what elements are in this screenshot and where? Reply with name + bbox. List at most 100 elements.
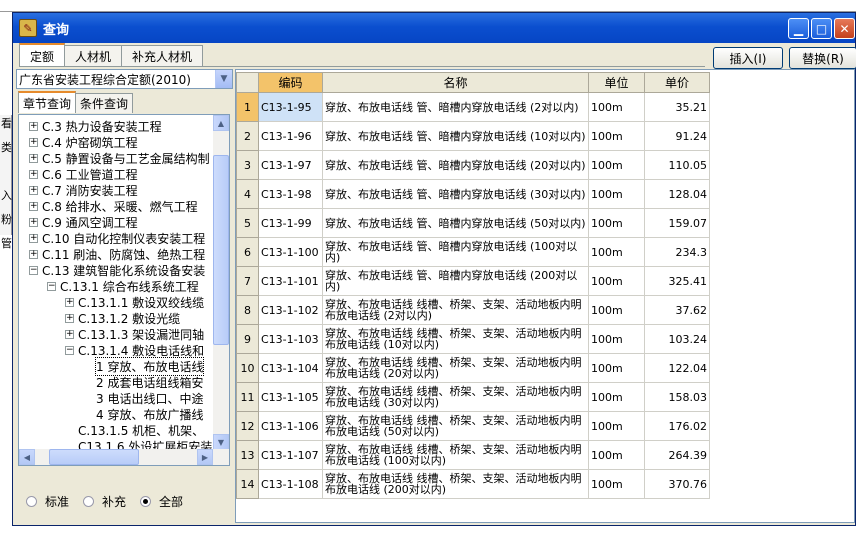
filter-radio[interactable]: 全部 xyxy=(140,493,183,510)
collapse-icon[interactable]: − xyxy=(29,265,38,275)
table-row[interactable]: 2 C13-1-96 穿放、布放电话线 管、暗槽内穿放电话线 (10对以内) 100m… xyxy=(236,121,710,151)
scroll-up-icon[interactable]: ▲ xyxy=(213,115,229,131)
tree-item-label: C.13 建筑智能化系统设备安装 xyxy=(42,263,206,278)
tree-item[interactable]: 3 电话出线口、中途 xyxy=(96,390,203,406)
cell-code: C13-1-97 xyxy=(258,150,323,180)
tree-item[interactable]: C.13.1.5 机柜、机架、 xyxy=(78,422,204,438)
quota-library-select[interactable]: 广东省安装工程综合定额(2010) ▼ xyxy=(16,69,233,89)
scroll-thumb[interactable] xyxy=(49,449,139,465)
tree-item[interactable]: + C.13.1.1 敷设双绞线缆 xyxy=(65,294,204,310)
expand-icon[interactable]: + xyxy=(65,313,74,323)
chevron-down-icon[interactable]: ▼ xyxy=(215,70,232,88)
filter-radio[interactable]: 补充 xyxy=(83,493,126,510)
tree-item[interactable]: − C.13 建筑智能化系统设备安装 xyxy=(29,262,205,278)
expand-icon[interactable]: + xyxy=(29,185,38,195)
row-number[interactable]: 12 xyxy=(236,411,259,441)
tree-item[interactable]: + C.8 给排水、采暖、燃气工程 xyxy=(29,198,198,214)
collapse-icon[interactable]: − xyxy=(47,281,56,291)
table-row[interactable]: 5 C13-1-99 穿放、布放电话线 管、暗槽内穿放电话线 (50对以内) 100m… xyxy=(236,208,710,238)
tree-vertical-scrollbar[interactable]: ▲ ▼ xyxy=(213,115,229,450)
row-number[interactable]: 9 xyxy=(236,324,259,354)
table-row[interactable]: 14 C13-1-108 穿放、布放电话线 线槽、桥架、支架、活动地板内明布放电话线… xyxy=(236,469,710,499)
replace-button[interactable]: 替换(R) xyxy=(789,47,856,69)
table-row[interactable]: 4 C13-1-98 穿放、布放电话线 管、暗槽内穿放电话线 (30对以内) 100m… xyxy=(236,179,710,209)
tree-item[interactable]: 4 穿放、布放广播线 xyxy=(96,406,203,422)
cell-price: 158.03 xyxy=(644,382,710,412)
expand-icon[interactable]: + xyxy=(65,329,74,339)
row-number[interactable]: 3 xyxy=(236,150,259,180)
expand-icon[interactable]: + xyxy=(29,233,38,243)
tab-condition-query[interactable]: 条件查询 xyxy=(75,93,134,113)
row-number[interactable]: 13 xyxy=(236,440,259,470)
filter-radio[interactable]: 标准 xyxy=(26,493,69,510)
minimize-button[interactable]: ▁ xyxy=(788,18,809,39)
tree-item[interactable]: + C.11 刷油、防腐蚀、绝热工程 xyxy=(29,246,205,262)
tree-item[interactable]: + C.9 通风空调工程 xyxy=(29,214,138,230)
table-row[interactable]: 11 C13-1-105 穿放、布放电话线 线槽、桥架、支架、活动地板内明布放电话线… xyxy=(236,382,710,412)
expand-icon[interactable]: + xyxy=(29,137,38,147)
tree-item[interactable]: + C.7 消防安装工程 xyxy=(29,182,138,198)
table-row[interactable]: 1 C13-1-95 穿放、布放电话线 管、暗槽内穿放电话线 (2对以内) 100m 3… xyxy=(236,92,710,122)
tab-chapter-query[interactable]: 章节查询 xyxy=(18,91,77,113)
row-number[interactable]: 2 xyxy=(236,121,259,151)
tree-item[interactable]: 2 成套电话组线箱安 xyxy=(96,374,203,390)
row-number[interactable]: 7 xyxy=(236,266,259,296)
scroll-thumb[interactable] xyxy=(213,155,229,345)
tree-item[interactable]: 1 穿放、布放电话线 xyxy=(94,356,205,376)
tree-item[interactable]: + C.13.1.2 敷设光缆 xyxy=(65,310,180,326)
row-number[interactable]: 14 xyxy=(236,469,259,499)
radio-circle-icon[interactable] xyxy=(140,496,152,507)
tree-item[interactable]: + C.5 静置设备与工艺金属结构制 xyxy=(29,150,210,166)
column-header-unit[interactable]: 单位 xyxy=(588,72,645,93)
table-row[interactable]: 12 C13-1-106 穿放、布放电话线 线槽、桥架、支架、活动地板内明布放电话线… xyxy=(236,411,710,441)
tree-horizontal-scrollbar[interactable]: ◀ ▶ xyxy=(19,449,229,465)
tree-item[interactable]: + C.10 自动化控制仪表安装工程 xyxy=(29,230,205,246)
column-header-name[interactable]: 名称 xyxy=(322,72,589,93)
tree-item[interactable]: + C.4 炉窑砌筑工程 xyxy=(29,134,138,150)
radio-circle-icon[interactable] xyxy=(83,496,95,507)
scroll-right-icon[interactable]: ▶ xyxy=(197,449,213,465)
radio-circle-icon[interactable] xyxy=(26,496,37,507)
expand-icon[interactable]: + xyxy=(29,153,38,163)
tab-supplementary-labor-material-machine[interactable]: 补充人材机 xyxy=(121,45,204,67)
cell-unit: 100m xyxy=(588,411,645,441)
row-number[interactable]: 5 xyxy=(236,208,259,238)
collapse-icon[interactable]: − xyxy=(65,345,74,355)
table-row[interactable]: 3 C13-1-97 穿放、布放电话线 管、暗槽内穿放电话线 (20对以内) 100m… xyxy=(236,150,710,180)
tree-item[interactable]: + C.13.1.3 架设漏泄同轴 xyxy=(65,326,204,342)
table-row[interactable]: 13 C13-1-107 穿放、布放电话线 线槽、桥架、支架、活动地板内明布放电话线… xyxy=(236,440,710,470)
tree-item[interactable]: + C.6 工业管道工程 xyxy=(29,166,138,182)
expand-icon[interactable]: + xyxy=(29,249,38,259)
tab-quota[interactable]: 定额 xyxy=(19,43,66,67)
table-row[interactable]: 7 C13-1-101 穿放、布放电话线 管、暗槽内穿放电话线 (200对以内) 10… xyxy=(236,266,710,296)
table-row[interactable]: 8 C13-1-102 穿放、布放电话线 线槽、桥架、支架、活动地板内明布放电话线 … xyxy=(236,295,710,325)
column-header-code[interactable]: 编码 xyxy=(258,72,323,93)
scroll-down-icon[interactable]: ▼ xyxy=(213,434,229,450)
table-row[interactable]: 10 C13-1-104 穿放、布放电话线 线槽、桥架、支架、活动地板内明布放电话线… xyxy=(236,353,710,383)
row-number[interactable]: 1 xyxy=(236,92,259,122)
tab-labor-material-machine[interactable]: 人材机 xyxy=(64,45,123,67)
cell-unit: 100m xyxy=(588,440,645,470)
row-number[interactable]: 10 xyxy=(236,353,259,383)
row-number[interactable]: 11 xyxy=(236,382,259,412)
insert-button[interactable]: 插入(I) xyxy=(713,47,783,69)
tree-item[interactable]: − C.13.1.4 敷设电话线和 xyxy=(65,342,204,358)
expand-icon[interactable]: + xyxy=(29,121,38,131)
scroll-left-icon[interactable]: ◀ xyxy=(19,449,35,465)
cell-name: 穿放、布放电话线 管、暗槽内穿放电话线 (2对以内) xyxy=(322,92,589,122)
column-header-price[interactable]: 单价 xyxy=(644,72,710,93)
row-number[interactable]: 8 xyxy=(236,295,259,325)
close-button[interactable]: ✕ xyxy=(834,18,855,39)
expand-icon[interactable]: + xyxy=(29,169,38,179)
expand-icon[interactable]: + xyxy=(29,201,38,211)
expand-icon[interactable]: + xyxy=(65,297,74,307)
tree-item[interactable]: − C.13.1 综合布线系统工程 xyxy=(47,278,199,294)
tree-item[interactable]: + C.3 热力设备安装工程 xyxy=(29,118,162,134)
tree-item-label: C.13.1.5 机柜、机架、 xyxy=(78,423,205,438)
maximize-button[interactable]: □ xyxy=(811,18,832,39)
table-row[interactable]: 6 C13-1-100 穿放、布放电话线 管、暗槽内穿放电话线 (100对以内) 10… xyxy=(236,237,710,267)
table-row[interactable]: 9 C13-1-103 穿放、布放电话线 线槽、桥架、支架、活动地板内明布放电话线 … xyxy=(236,324,710,354)
expand-icon[interactable]: + xyxy=(29,217,38,227)
row-number[interactable]: 6 xyxy=(236,237,259,267)
row-number[interactable]: 4 xyxy=(236,179,259,209)
